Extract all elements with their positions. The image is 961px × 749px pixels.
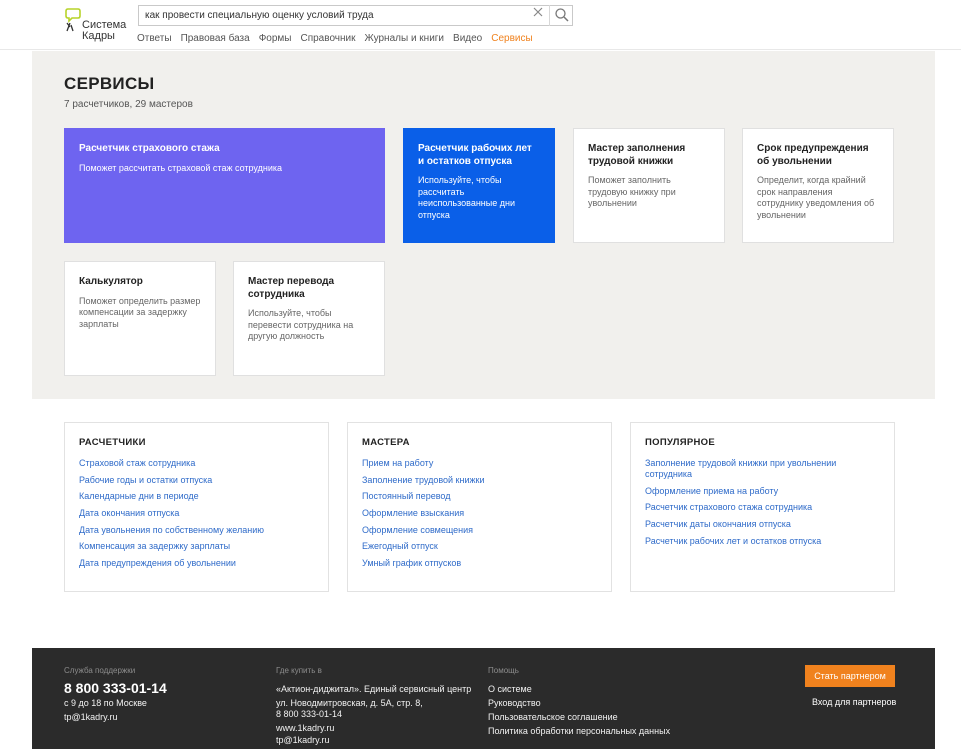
link-list: Страховой стаж сотрудника Рабочие годы и… bbox=[79, 458, 314, 569]
page-title: СЕРВИСЫ bbox=[64, 74, 155, 93]
company-site[interactable]: www.1kadry.ru bbox=[276, 723, 334, 734]
close-icon[interactable] bbox=[531, 5, 545, 19]
support-label: Служба поддержки bbox=[64, 666, 136, 675]
buy-label: Где купить в bbox=[276, 666, 322, 675]
card-title: Мастер перевода сотрудника bbox=[248, 276, 335, 300]
list-item[interactable]: Дата предупреждения об увольнении bbox=[79, 558, 314, 569]
logo[interactable]: Система Кадры bbox=[64, 8, 130, 42]
card-desc: Поможет заполнить трудовую книжку при ув… bbox=[588, 175, 676, 208]
help-label: Помощь bbox=[488, 666, 519, 675]
list-item[interactable]: Умный график отпусков bbox=[362, 558, 597, 569]
partner-login-link[interactable]: Вход для партнеров bbox=[812, 697, 896, 707]
site-header: Система Кадры Ответы Правовая база Формы… bbox=[0, 0, 961, 50]
card-title: Срок предупреждения об увольнении bbox=[757, 143, 869, 167]
support-phone[interactable]: 8 800 333-01-14 bbox=[64, 680, 167, 696]
list-item[interactable]: Оформление приема на работу bbox=[645, 486, 880, 497]
list-item[interactable]: Дата окончания отпуска bbox=[79, 508, 314, 519]
list-item[interactable]: Страховой стаж сотрудника bbox=[79, 458, 314, 469]
nav-video[interactable]: Видео bbox=[453, 33, 482, 47]
panel-title: ПОПУЛЯРНОЕ bbox=[645, 437, 716, 448]
search-box bbox=[138, 5, 573, 26]
panel-popular: ПОПУЛЯРНОЕ Заполнение трудовой книжки пр… bbox=[630, 422, 895, 592]
card-title: Расчетчик страхового стажа bbox=[79, 143, 220, 154]
list-item[interactable]: Расчетчик страхового стажа сотрудника bbox=[645, 502, 880, 513]
become-partner-button[interactable]: Стать партнером bbox=[805, 665, 895, 687]
card-calculator[interactable]: Калькулятор Поможет определить размер ко… bbox=[64, 261, 216, 376]
help-link-agreement[interactable]: Пользовательское соглашение bbox=[488, 712, 618, 723]
search-input[interactable] bbox=[139, 6, 529, 25]
list-item[interactable]: Расчетчик рабочих лет и остатков отпуска bbox=[645, 536, 880, 547]
page-subtitle: 7 расчетчиков, 29 мастеров bbox=[64, 99, 193, 110]
help-link-about[interactable]: О системе bbox=[488, 684, 532, 695]
card-workbook-master[interactable]: Мастер заполнения трудовой книжки Поможе… bbox=[573, 128, 725, 243]
list-item[interactable]: Заполнение трудовой книжки при увольнени… bbox=[645, 458, 880, 480]
list-item[interactable]: Заполнение трудовой книжки bbox=[362, 475, 597, 486]
logo-line-2: Кадры bbox=[82, 30, 115, 42]
logo-icon bbox=[65, 8, 81, 32]
card-title: Расчетчик рабочих лет и остатков отпуска bbox=[418, 143, 532, 167]
card-transfer-master[interactable]: Мастер перевода сотрудника Используйте, … bbox=[233, 261, 385, 376]
card-title: Мастер заполнения трудовой книжки bbox=[588, 143, 686, 167]
search-divider bbox=[549, 5, 550, 26]
link-list: Прием на работу Заполнение трудовой книж… bbox=[362, 458, 597, 569]
panel-title: МАСТЕРА bbox=[362, 437, 410, 448]
panel-title: РАСЧЕТЧИКИ bbox=[79, 437, 146, 448]
card-desc: Поможет рассчитать страховой стаж сотруд… bbox=[79, 162, 283, 173]
card-desc: Поможет определить размер компенсации за… bbox=[79, 295, 201, 329]
company-name: «Актион-диджитал». Единый сервисный цент… bbox=[276, 684, 472, 694]
list-item[interactable]: Оформление совмещения bbox=[362, 525, 597, 536]
company-address: ул. Новодмитровская, д. 5А, стр. 8, bbox=[276, 698, 423, 708]
search-icon[interactable] bbox=[553, 6, 571, 24]
card-insurance-experience[interactable]: Расчетчик страхового стажа Поможет рассч… bbox=[64, 128, 385, 243]
link-list: Заполнение трудовой книжки при увольнени… bbox=[645, 458, 880, 547]
nav-services[interactable]: Сервисы bbox=[491, 33, 532, 47]
panel-calculators: РАСЧЕТЧИКИ Страховой стаж сотрудника Раб… bbox=[64, 422, 329, 592]
panel-masters: МАСТЕРА Прием на работу Заполнение трудо… bbox=[347, 422, 612, 592]
list-item[interactable]: Календарные дни в периоде bbox=[79, 491, 314, 502]
help-link-privacy[interactable]: Политика обработки персональных данных bbox=[488, 726, 670, 737]
list-item[interactable]: Ежегодный отпуск bbox=[362, 541, 597, 552]
help-link-guide[interactable]: Руководство bbox=[488, 698, 541, 709]
nav-forms[interactable]: Формы bbox=[259, 33, 292, 47]
company-email[interactable]: tp@1kadry.ru bbox=[276, 735, 330, 746]
card-title: Калькулятор bbox=[79, 276, 143, 287]
card-vacation-calculator[interactable]: Расчетчик рабочих лет и остатков отпуска… bbox=[403, 128, 555, 243]
company-phone[interactable]: 8 800 333-01-14 bbox=[276, 709, 342, 720]
list-item[interactable]: Рабочие годы и остатки отпуска bbox=[79, 475, 314, 486]
nav-answers[interactable]: Ответы bbox=[137, 33, 172, 47]
nav-journals[interactable]: Журналы и книги bbox=[364, 33, 444, 47]
nav-legal-base[interactable]: Правовая база bbox=[181, 33, 250, 47]
list-item[interactable]: Прием на работу bbox=[362, 458, 597, 469]
card-dismissal-notice[interactable]: Срок предупреждения об увольнении Опреде… bbox=[742, 128, 894, 243]
nav-reference[interactable]: Справочник bbox=[300, 33, 355, 47]
list-item[interactable]: Оформление взыскания bbox=[362, 508, 597, 519]
logo-text: Система Кадры bbox=[82, 20, 126, 42]
card-desc: Используйте, чтобы рассчитать неиспользо… bbox=[418, 175, 516, 220]
support-hours: с 9 до 18 по Москве bbox=[64, 698, 147, 708]
list-item[interactable]: Дата увольнения по собственному желанию bbox=[79, 525, 314, 536]
main-nav: Ответы Правовая база Формы Справочник Жу… bbox=[137, 33, 542, 47]
list-item[interactable]: Постоянный перевод bbox=[362, 491, 597, 502]
list-item[interactable]: Расчетчик даты окончания отпуска bbox=[645, 519, 880, 530]
card-desc: Используйте, чтобы перевести сотрудника … bbox=[248, 308, 354, 341]
support-email[interactable]: tp@1kadry.ru bbox=[64, 712, 118, 723]
card-desc: Определит, когда крайний срок направлени… bbox=[757, 175, 875, 220]
site-footer bbox=[32, 648, 935, 749]
list-item[interactable]: Компенсация за задержку зарплаты bbox=[79, 541, 314, 552]
